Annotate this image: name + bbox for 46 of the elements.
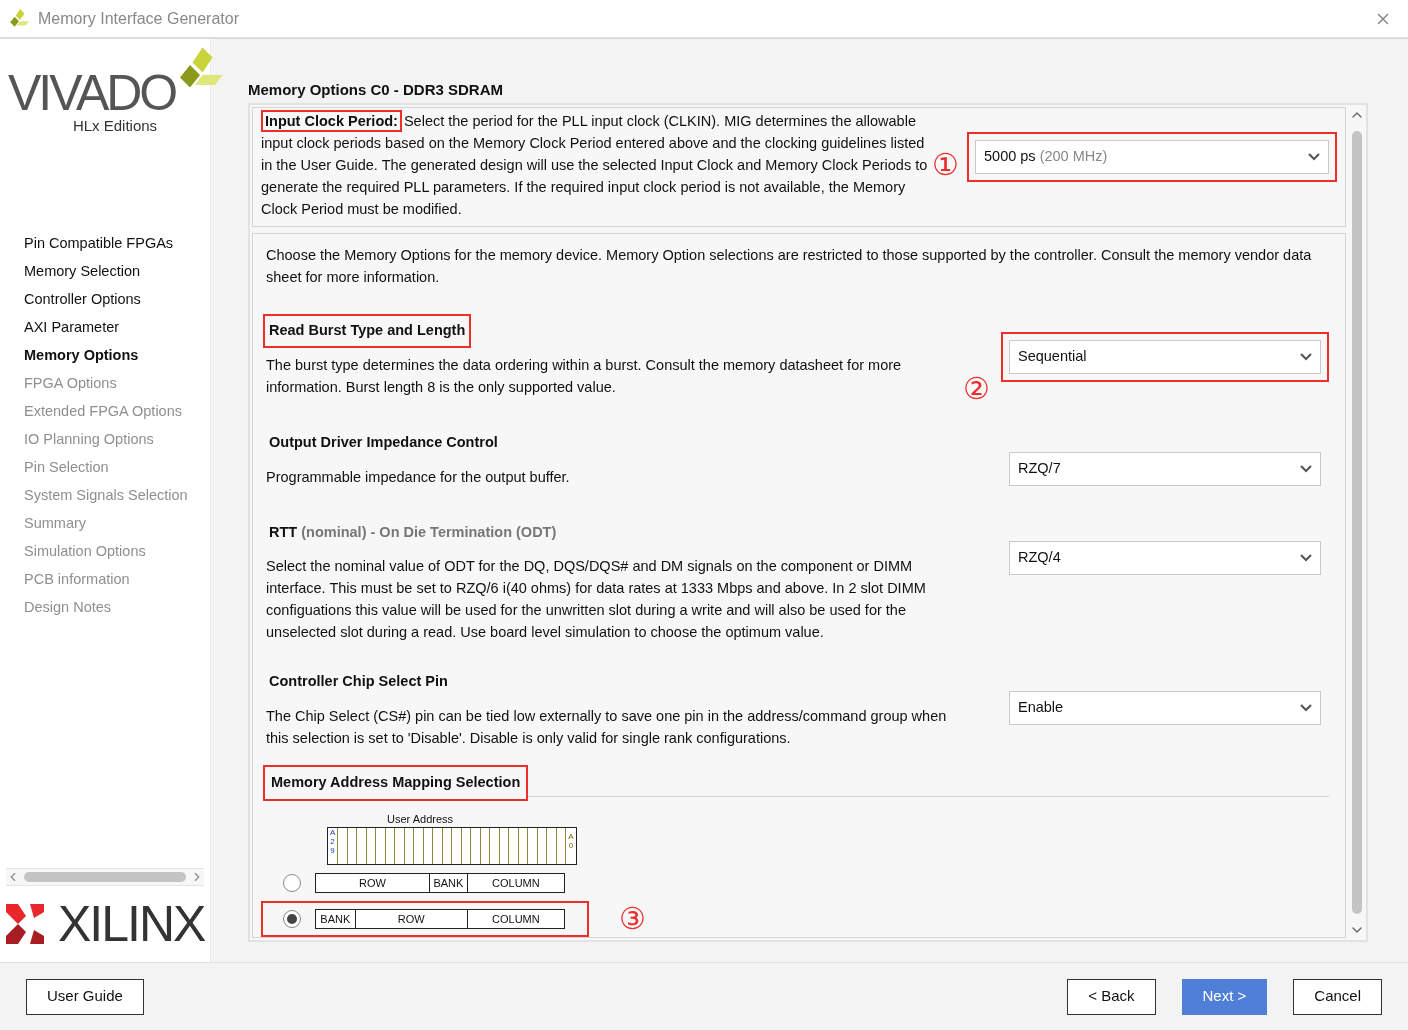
option-description: Programmable impedance for the output buffer. (265, 467, 571, 487)
page-title: Memory Options C0 - DDR3 SDRAM (248, 80, 505, 100)
sidebar-item[interactable]: AXI Parameter (24, 313, 210, 341)
xilinx-logo-icon (6, 904, 44, 944)
dropdown[interactable]: Enable (1009, 691, 1321, 725)
annotation-number: ② (962, 373, 990, 404)
footer-button[interactable]: < Back (1067, 978, 1156, 1015)
chevron-down-icon (1300, 464, 1312, 473)
radio-button[interactable] (283, 910, 301, 929)
option-title: Output Driver Impedance Control (268, 432, 499, 452)
chevron-down-icon (1300, 704, 1312, 712)
window-title: Memory Interface Generator (38, 8, 240, 29)
scrollbar-thumb[interactable] (1352, 131, 1362, 914)
footer-button[interactable]: Next > (1181, 978, 1268, 1015)
address-bits-drawing: A29 A0 (327, 827, 577, 866)
sidebar-item[interactable]: Memory Options (24, 341, 210, 369)
annotation-number: ③ (619, 904, 646, 935)
intro-text: Choose the Memory Options for the memory device. Memory Option selections are restricted to those supported by the controller. Consult the memory vendor data sheet for more information. (265, 246, 1313, 287)
horizontal-scrollbar[interactable] (6, 868, 204, 886)
chevron-down-icon (1300, 352, 1312, 361)
option-title: RTT (nominal) - On Die Termination (ODT) (268, 522, 558, 542)
option-title: Read Burst Type and Length (263, 314, 472, 348)
clock-label: Input Clock Period: (261, 110, 402, 132)
dropdown[interactable]: RZQ/4 (1009, 541, 1321, 576)
scrollbar-thumb[interactable] (24, 872, 186, 882)
chevron-down-icon (1300, 554, 1312, 563)
chevron-down-icon (1308, 153, 1320, 161)
dropdown[interactable]: RZQ/7 (1009, 451, 1321, 486)
option-title: Memory Address Mapping Selection (263, 765, 529, 801)
footer-button[interactable]: User Guide (26, 978, 144, 1015)
radio-button[interactable] (283, 874, 301, 893)
dropdown[interactable]: Sequential (1009, 339, 1321, 374)
option-description: The burst type determines the data ordering within a burst. Consult the memory datasheet for more information. Burst length 8 is the only supported value. (265, 355, 903, 397)
vivado-logo-icon (8, 7, 30, 30)
dropdown[interactable]: 5000 ps (200 MHz) (975, 140, 1329, 174)
company-logo-text: XILINX (58, 899, 205, 949)
option-description: Select the nominal value of ODT for the DQ, DQS/DQS# and DM signals on the component or DIMM interface. This must be set to RZQ/6 i(40 ohms) for data rates at 1333 Mbps and above. In 2 slot DIMM configuations this value will be used for the unwritten slot during a write and will also be used for the unselected slot during a read. Use board level simulation to choose the optimum value. (265, 557, 927, 643)
sidebar-item[interactable]: Pin Compatible FPGAs (24, 229, 210, 257)
user-address-label: User Address (386, 811, 455, 827)
clock-description: Input Clock Period: Select the period for the PLL input clock (CLKIN). MIG determines the allowable input clock periods based on the Memory Clock Period entered above and the clocking guidelines listed in the User Guide. The generated design will use the selected Input Clock and Memory Clock Periods to generate the required PLL parameters. If the required input clock period is not available, the Memory Clock Period must be modified. (261, 108, 932, 220)
sidebar-item[interactable]: Memory Selection (24, 257, 210, 285)
option-title: Controller Chip Select Pin (268, 672, 449, 692)
annotation-number: ① (932, 150, 959, 180)
footer-button[interactable]: Cancel (1293, 978, 1382, 1015)
option-description: The Chip Select (CS#) pin can be tied low externally to save one pin in the address/command group when this selection is set to 'Disable'. Disable is only valid for single rank configurations. (265, 707, 948, 748)
sidebar-item[interactable]: Controller Options (24, 285, 210, 313)
